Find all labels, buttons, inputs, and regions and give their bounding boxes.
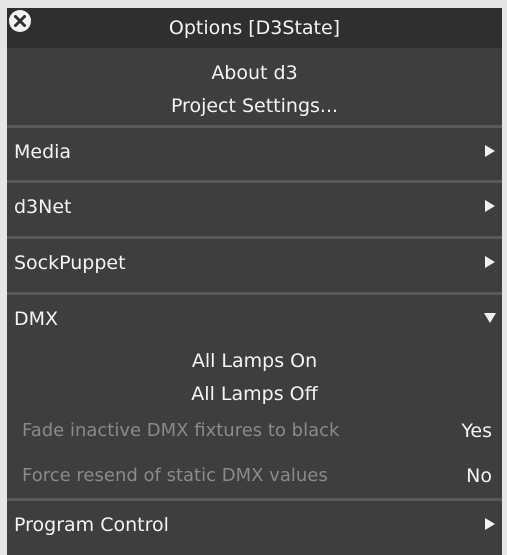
section-label: d3Net [14,196,72,218]
section-label: DMX [14,308,59,330]
dmx-all-lamps-off[interactable]: All Lamps Off [7,381,502,407]
section-label: SockPuppet [14,252,126,274]
section-label: Program Control [14,514,169,536]
window-title: Options [D3State] [168,17,341,39]
menu-item-project-settings[interactable]: Project Settings... [7,93,502,119]
section-dmx[interactable]: DMX [7,294,502,344]
dmx-all-lamps-on[interactable]: All Lamps On [7,348,502,374]
option-label: Force resend of static DMX values [22,465,328,486]
triangle-right-icon [485,256,495,268]
section-program-control[interactable]: Program Control [7,500,502,550]
option-row-fade-inactive: Fade inactive DMX fixtures to black Yes [7,416,502,446]
options-panel: Options [D3State] About d3 Project Setti… [7,8,502,555]
close-icon[interactable] [8,9,32,33]
triangle-right-icon [485,200,495,212]
triangle-right-icon [485,145,495,157]
triangle-down-icon [484,313,496,323]
option-row-force-resend: Force resend of static DMX values No [7,461,502,491]
menu-item-about-d3[interactable]: About d3 [7,60,502,86]
option-value-fade-inactive[interactable]: Yes [461,416,492,446]
section-d3net[interactable]: d3Net [7,182,502,232]
option-label: Fade inactive DMX fixtures to black [22,420,340,441]
section-label: Media [14,141,72,163]
triangle-right-icon [485,518,495,530]
section-sockpuppet[interactable]: SockPuppet [7,238,502,288]
section-media[interactable]: Media [7,127,502,177]
option-value-force-resend[interactable]: No [466,461,492,491]
title-bar: Options [D3State] [7,8,502,48]
